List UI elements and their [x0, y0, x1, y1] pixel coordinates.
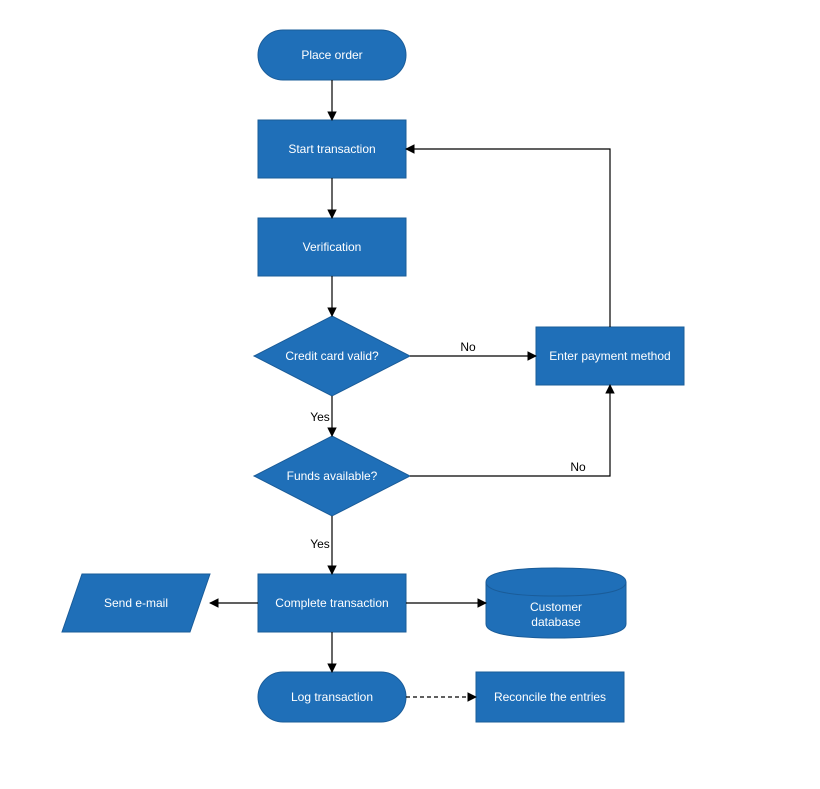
node-verification: Verification [258, 218, 406, 276]
node-start-transaction: Start transaction [258, 120, 406, 178]
node-funds-available: Funds available? [254, 436, 410, 516]
node-credit-card-valid-label: Credit card valid? [285, 349, 379, 363]
node-log-transaction: Log transaction [258, 672, 406, 722]
node-customer-db-label-2: database [531, 615, 581, 629]
node-log-transaction-label: Log transaction [291, 690, 373, 704]
flowchart: Place order Start transaction Verificati… [0, 0, 820, 789]
node-complete-label: Complete transaction [275, 596, 388, 610]
node-send-email: Send e-mail [62, 574, 210, 632]
node-enter-payment-label: Enter payment method [549, 349, 670, 363]
node-reconcile-label: Reconcile the entries [494, 690, 606, 704]
edge-cc-no-label: No [460, 340, 476, 354]
node-verification-label: Verification [303, 240, 362, 254]
node-send-email-label: Send e-mail [104, 596, 168, 610]
node-reconcile-entries: Reconcile the entries [476, 672, 624, 722]
edge-cc-yes-label: Yes [310, 410, 330, 424]
node-customer-database: Customer database [486, 568, 626, 638]
node-funds-available-label: Funds available? [287, 469, 378, 483]
node-enter-payment-method: Enter payment method [536, 327, 684, 385]
node-place-order-label: Place order [301, 48, 362, 62]
node-complete-transaction: Complete transaction [258, 574, 406, 632]
node-customer-db-label-1: Customer [530, 600, 582, 614]
node-credit-card-valid: Credit card valid? [254, 316, 410, 396]
node-start-transaction-label: Start transaction [288, 142, 375, 156]
edge-funds-no-label: No [570, 460, 586, 474]
edge-funds-yes-label: Yes [310, 537, 330, 551]
node-place-order: Place order [258, 30, 406, 80]
edge-enter-to-start [406, 149, 610, 327]
